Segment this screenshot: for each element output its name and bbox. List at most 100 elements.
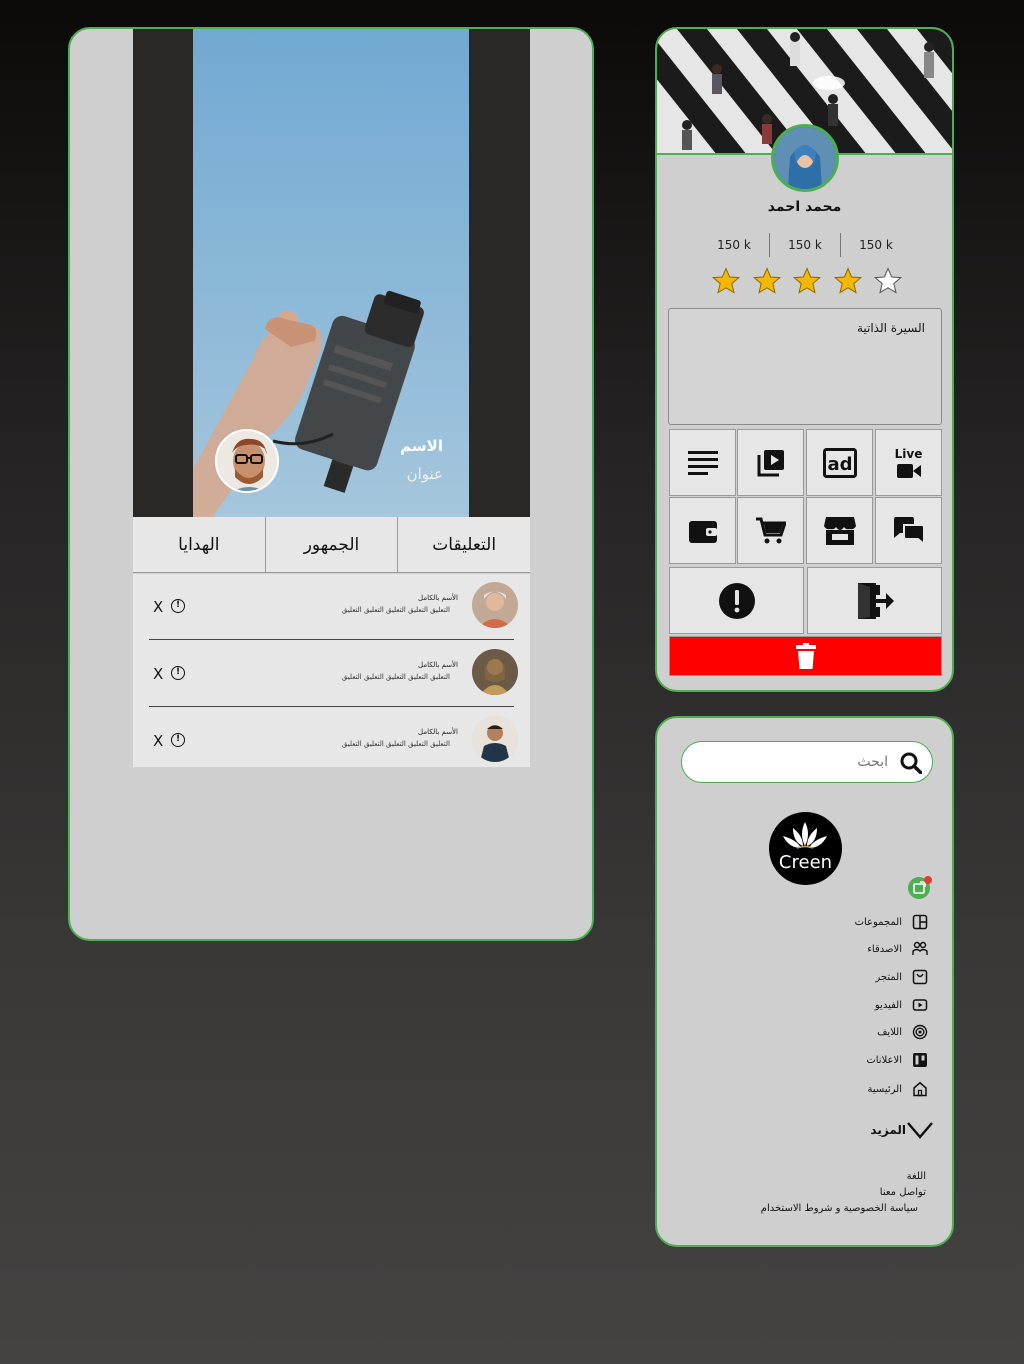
star-filled-icon[interactable]: [752, 267, 781, 295]
report-icon[interactable]: !: [171, 666, 185, 680]
groups-icon: [912, 914, 928, 930]
story-author-name: الاسم: [400, 437, 443, 455]
dismiss-comment-button[interactable]: X: [153, 732, 163, 750]
nav-store[interactable]: المتجر: [875, 967, 928, 987]
store-icon: [912, 969, 928, 985]
privacy-terms-link[interactable]: سياسة الخصوصية و شروط الاستخدام: [761, 1203, 918, 1214]
dismiss-comment-button[interactable]: X: [153, 598, 163, 616]
videos-button[interactable]: [737, 429, 804, 496]
nav-label: الاعلانات: [866, 1054, 902, 1066]
more-label: المزيد: [870, 1123, 906, 1137]
list-icon: [687, 450, 718, 475]
dismiss-comment-button[interactable]: X: [153, 665, 163, 683]
profile-name: محمد احمد: [767, 199, 842, 215]
bio-box[interactable]: السيرة الذاتية: [668, 308, 942, 425]
comment-text: التعليق التعليق التعليق التعليق التعليق: [341, 606, 450, 614]
ads-icon: [913, 1053, 927, 1067]
ads-button[interactable]: ad: [806, 429, 873, 496]
nav-live[interactable]: اللايف: [877, 1022, 928, 1042]
tab-audience[interactable]: الجمهور: [264, 517, 398, 572]
nav-ads[interactable]: الاعلانات: [866, 1050, 928, 1070]
store-icon: [823, 516, 856, 545]
tab-gifts[interactable]: الهدايا: [133, 517, 265, 572]
app-logo[interactable]: Creen: [769, 812, 842, 885]
stat-value[interactable]: 150 k: [840, 233, 911, 257]
logo-text: Creen: [778, 852, 833, 873]
go-live-button[interactable]: Live: [875, 429, 942, 496]
comment-avatar[interactable]: [472, 716, 518, 762]
delete-account-button[interactable]: [669, 636, 942, 676]
search-input[interactable]: [708, 750, 888, 774]
nav-label: اللايف: [877, 1026, 902, 1038]
nav-label: الفيديو: [874, 999, 902, 1011]
chevron-down-icon: [907, 1122, 933, 1139]
star-empty-icon[interactable]: [874, 267, 902, 295]
friends-icon: [912, 941, 928, 955]
contact-link[interactable]: تواصل معنا: [880, 1187, 926, 1198]
search-icon[interactable]: [900, 752, 922, 774]
nav-label: المتجر: [875, 971, 902, 983]
logout-icon: [857, 582, 894, 619]
star-filled-icon[interactable]: [833, 267, 862, 295]
nav-groups[interactable]: المجموعات: [855, 912, 928, 932]
star-filled-icon[interactable]: [712, 267, 740, 295]
rating-stars: [712, 267, 902, 297]
comment-item: الأسم بالكامل التعليق التعليق التعليق ال…: [149, 574, 518, 640]
story-panel: الاسم عنوان التعليقات الجمهور الهدايا ال…: [68, 27, 594, 941]
report-profile-button[interactable]: [669, 567, 804, 634]
trash-icon: [795, 643, 816, 669]
messages-button[interactable]: [875, 497, 942, 564]
posts-list-button[interactable]: [669, 429, 736, 496]
comment-avatar[interactable]: [472, 649, 518, 695]
video-library-icon: [757, 449, 784, 476]
live-icon: [912, 1024, 928, 1040]
report-icon[interactable]: !: [171, 733, 185, 747]
live-video-icon: [896, 463, 921, 478]
comment-author: الأسم بالكامل: [418, 728, 458, 736]
language-link[interactable]: اللغة: [907, 1171, 926, 1182]
story-viewer: الاسم عنوان: [133, 29, 530, 517]
nav-home[interactable]: الرئيسية: [868, 1079, 928, 1099]
comment-author: الأسم بالكامل: [418, 594, 458, 602]
ad-icon: ad: [822, 447, 857, 478]
live-label: Live: [894, 446, 923, 461]
notifications-button[interactable]: [908, 876, 932, 899]
video-icon: [912, 999, 928, 1011]
story-subtitle: عنوان: [406, 465, 443, 483]
comments-list: الأسم بالكامل التعليق التعليق التعليق ال…: [133, 574, 530, 767]
comment-text: التعليق التعليق التعليق التعليق التعليق: [341, 673, 450, 681]
logout-button[interactable]: [807, 567, 942, 634]
cart-icon: [755, 517, 786, 543]
store-button[interactable]: [806, 497, 873, 564]
report-icon[interactable]: !: [171, 599, 185, 613]
more-toggle[interactable]: المزيد: [850, 1121, 934, 1139]
comment-text: التعليق التعليق التعليق التعليق التعليق: [341, 740, 450, 748]
tab-comments[interactable]: التعليقات: [397, 517, 530, 572]
comment-author: الأسم بالكامل: [418, 661, 458, 669]
stat-value[interactable]: 150 k: [769, 233, 840, 257]
cart-button[interactable]: [737, 497, 804, 564]
nav-label: الاصدقاء: [867, 943, 902, 955]
nav-friends[interactable]: الاصدقاء: [867, 939, 928, 959]
notification-dot: [924, 876, 932, 884]
search-bar: [681, 741, 933, 783]
nav-video[interactable]: الفيديو: [875, 995, 928, 1015]
profile-avatar[interactable]: [771, 124, 839, 192]
comment-item: الأسم بالكامل التعليق التعليق التعليق ال…: [149, 708, 518, 767]
nav-label: الرئيسية: [867, 1083, 902, 1095]
svg-text:ad: ad: [827, 454, 852, 475]
comment-avatar[interactable]: [472, 582, 518, 628]
wallet-button[interactable]: [669, 497, 736, 564]
star-filled-icon[interactable]: [793, 267, 821, 295]
home-icon: [913, 1081, 927, 1097]
comment-item: الأسم بالكامل التعليق التعليق التعليق ال…: [149, 641, 518, 707]
story-tabs: التعليقات الجمهور الهدايا: [133, 517, 530, 573]
profile-panel: محمد احمد 150 k 150 k 150 k السيرة الذات…: [655, 27, 954, 692]
profile-stats: 150 k 150 k 150 k: [699, 233, 911, 257]
story-image[interactable]: الاسم عنوان: [193, 29, 469, 517]
menu-panel: Creen المجموعات الاصدقاء المتجر الفيديو …: [655, 716, 954, 1247]
lotus-logo-icon: [783, 822, 827, 849]
wallet-icon: [688, 520, 717, 543]
stat-value[interactable]: 150 k: [699, 233, 769, 257]
story-author-avatar[interactable]: [215, 429, 279, 493]
